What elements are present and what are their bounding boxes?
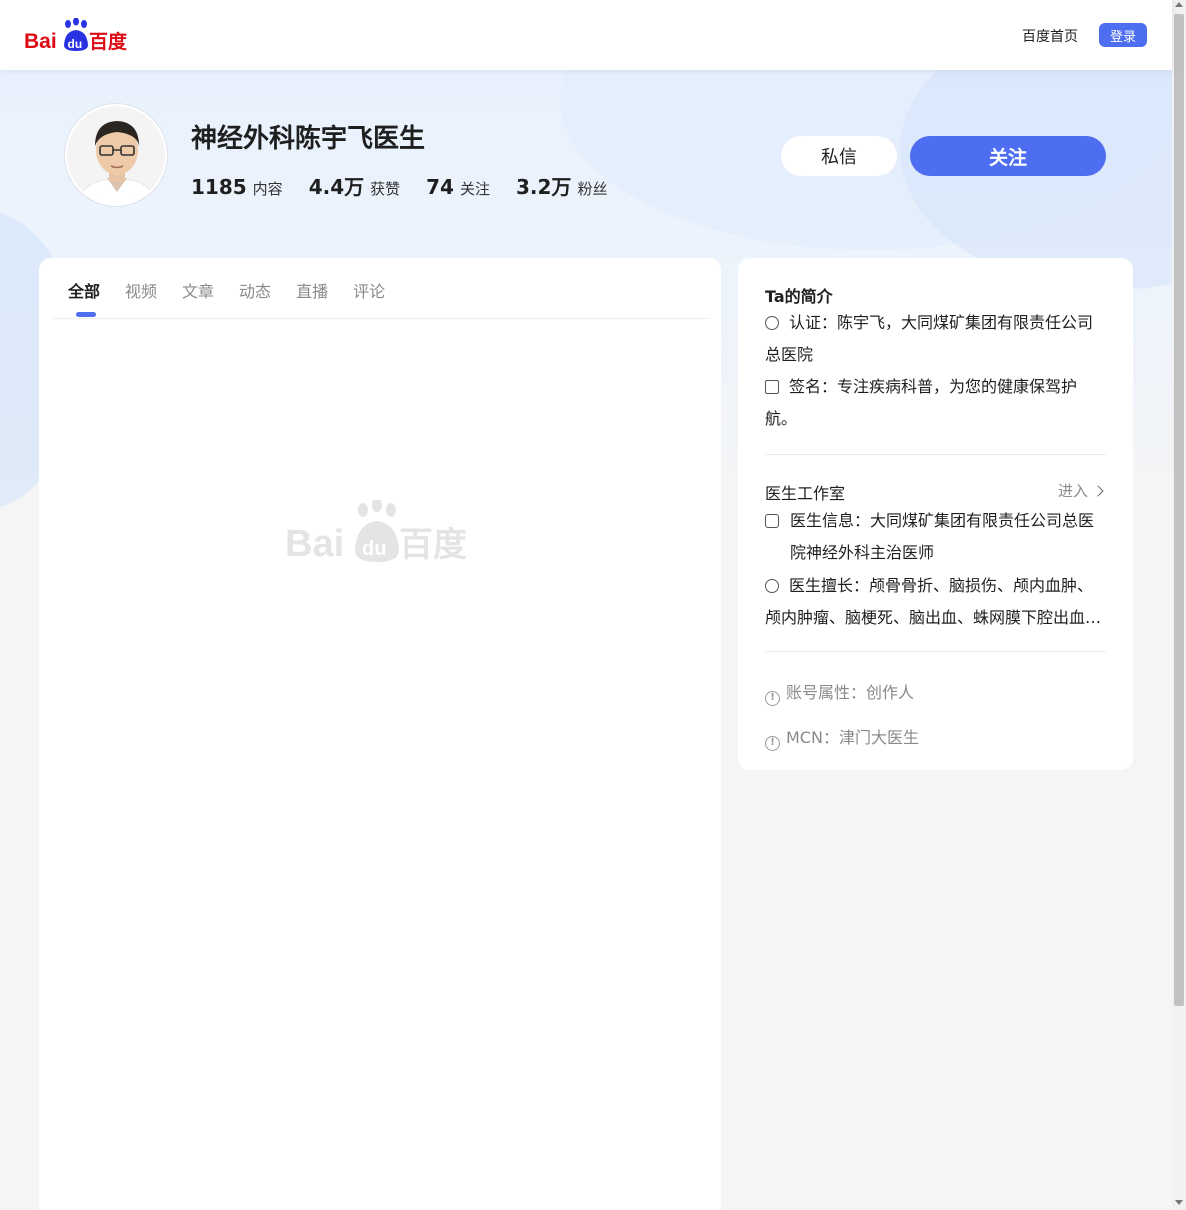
stat-label: 获赞: [370, 180, 401, 198]
baidu-logo-icon: Bai du 百度: [24, 17, 128, 53]
stat-number: 74: [426, 175, 454, 199]
stat-label: 关注: [459, 180, 490, 198]
stat-label: 粉丝: [577, 180, 608, 198]
tab-article[interactable]: 文章: [182, 278, 214, 302]
active-tab-indicator: [76, 312, 96, 317]
signature-icon: [765, 380, 779, 394]
svg-text:du: du: [68, 37, 83, 51]
tab-live[interactable]: 直播: [296, 278, 328, 302]
stat-number: 3.2万: [516, 175, 572, 199]
page-scrollbar[interactable]: [1172, 0, 1186, 1210]
signature-line: 签名：专注疾病科普，为您的健康保驾护航。: [765, 371, 1107, 435]
star-icon: [765, 579, 779, 593]
doctor-specialty-line: 医生擅长：颅骨骨折、脑损伤、颅内血肿、颅内肿瘤、脑梗死、脑出血、蛛网膜下腔出血…: [765, 570, 1107, 634]
message-button[interactable]: 私信: [781, 136, 897, 176]
stat-following[interactable]: 74 关注: [426, 175, 490, 199]
scroll-thumb[interactable]: [1174, 14, 1184, 1006]
loading-watermark-logo: Bai du 百度: [285, 498, 475, 565]
svg-text:百度: 百度: [399, 525, 467, 564]
tabs-divider: [52, 318, 710, 319]
profile-info-panel: Ta的简介 认证：陈宇飞，大同煤矿集团有限责任公司总医院 签名：专注疾病科普，为…: [738, 258, 1133, 770]
studio-enter-link[interactable]: 进入: [1058, 480, 1104, 501]
mcn-line: ! MCN：津门大医生: [765, 724, 919, 751]
stat-fans[interactable]: 3.2万 粉丝: [516, 171, 607, 200]
content-tabs: 全部 视频 文章 动态 直播 评论: [68, 278, 410, 302]
stat-number: 4.4万: [308, 175, 365, 199]
section-divider: [765, 454, 1106, 455]
profile-name: 神经外科陈宇飞医生: [191, 124, 426, 154]
stat-label: 内容: [252, 180, 283, 198]
doctor-info-text: 医生信息：大同煤矿集团有限责任公司总医院神经外科主治医师: [790, 511, 1095, 562]
intro-title: Ta的简介: [765, 287, 833, 306]
tab-video[interactable]: 视频: [125, 278, 157, 302]
doctor-specialty-text: 医生擅长：颅骨骨折、脑损伤、颅内血肿、颅内肿瘤、脑梗死、脑出血、蛛网膜下腔出血…: [765, 576, 1102, 627]
svg-text:du: du: [362, 538, 386, 560]
content-panel: 全部 视频 文章 动态 直播 评论 Bai du 百度: [39, 258, 721, 1210]
doctor-info-line: 医生信息：大同煤矿集团有限责任公司总医院神经外科主治医师: [765, 505, 1107, 569]
follow-button[interactable]: 关注: [910, 136, 1106, 176]
scroll-up-arrow-icon[interactable]: [1175, 2, 1183, 7]
cert-text: 认证：陈宇飞，大同煤矿集团有限责任公司总医院: [765, 313, 1094, 364]
tab-all[interactable]: 全部: [68, 278, 100, 302]
profile-stats: 1185 内容 4.4万 获赞 74 关注 3.2万 粉丝: [191, 171, 633, 200]
avatar-photo: [67, 106, 165, 204]
info-icon: !: [765, 691, 780, 706]
section-divider: [765, 651, 1106, 652]
stat-likes: 4.4万 获赞: [309, 171, 400, 200]
verified-icon: [765, 316, 779, 330]
studio-title: 医生工作室: [765, 484, 846, 503]
svg-text:百度: 百度: [89, 30, 128, 53]
doctor-badge-icon: [765, 514, 779, 528]
cert-line: 认证：陈宇飞，大同煤矿集团有限责任公司总医院: [765, 307, 1107, 371]
avatar[interactable]: [65, 104, 167, 206]
scroll-down-arrow-icon[interactable]: [1175, 1200, 1183, 1205]
stat-content[interactable]: 1185 内容: [191, 175, 283, 199]
svg-text:Bai: Bai: [24, 30, 57, 53]
baidu-logo-icon: Bai du 百度: [285, 498, 467, 565]
stat-number: 1185: [191, 175, 247, 199]
baidu-home-link[interactable]: 百度首页: [1022, 26, 1078, 46]
svg-text:Bai: Bai: [285, 523, 344, 564]
signature-text: 签名：专注疾病科普，为您的健康保驾护航。: [765, 377, 1078, 428]
mcn-text: MCN：津门大医生: [786, 728, 919, 747]
decor-blob: [900, 70, 1172, 290]
top-header: Bai du 百度 百度首页 登录: [0, 0, 1172, 70]
info-icon: !: [765, 736, 780, 751]
chevron-right-icon: [1092, 485, 1104, 497]
login-button[interactable]: 登录: [1099, 23, 1147, 47]
tab-dynamic[interactable]: 动态: [239, 278, 271, 302]
account-type-line: ! 账号属性：创作人: [765, 679, 914, 706]
tab-comment[interactable]: 评论: [353, 278, 385, 302]
baidu-logo[interactable]: Bai du 百度: [24, 17, 134, 54]
account-type-text: 账号属性：创作人: [786, 683, 915, 702]
studio-enter-label: 进入: [1058, 482, 1089, 500]
